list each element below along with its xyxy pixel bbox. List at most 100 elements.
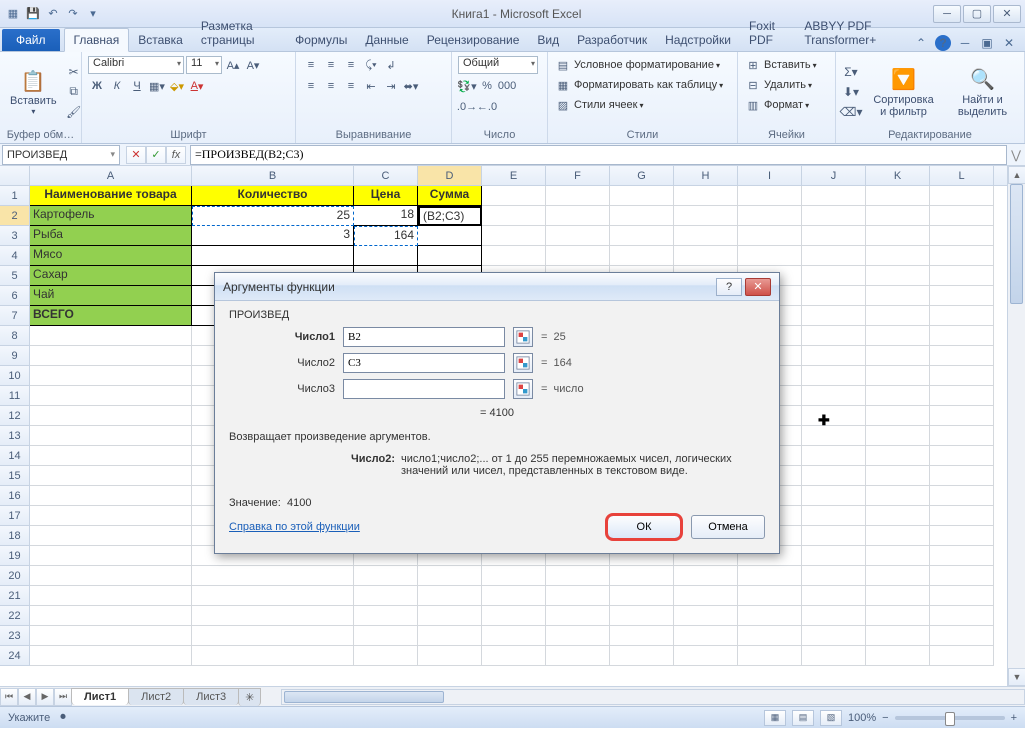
insert-function-icon[interactable]: fx [166, 146, 186, 164]
redo-icon[interactable]: ↷ [64, 5, 82, 23]
col-header-E[interactable]: E [482, 166, 546, 185]
tab-developer[interactable]: Разработчик [568, 29, 656, 51]
cell[interactable] [802, 546, 866, 566]
cell[interactable] [192, 626, 354, 646]
cell[interactable] [482, 586, 546, 606]
col-header-F[interactable]: F [546, 166, 610, 185]
qat-dropdown-icon[interactable]: ▾ [84, 5, 102, 23]
cell[interactable] [30, 646, 192, 666]
row-header[interactable]: 2 [0, 206, 30, 226]
cell[interactable] [546, 646, 610, 666]
cell[interactable] [866, 446, 930, 466]
zoom-level[interactable]: 100% [848, 712, 876, 724]
cell[interactable] [418, 226, 482, 246]
row-header[interactable]: 24 [0, 646, 30, 666]
cell[interactable] [930, 566, 994, 586]
row-header[interactable]: 10 [0, 366, 30, 386]
cell[interactable]: 25 [192, 206, 354, 226]
arg-input-2[interactable] [343, 353, 505, 373]
cell[interactable]: Мясо [30, 246, 192, 266]
cell[interactable] [930, 546, 994, 566]
cell[interactable]: Цена [354, 186, 418, 206]
prev-sheet-icon[interactable]: ◀ [18, 688, 36, 706]
cell[interactable] [930, 466, 994, 486]
cell[interactable] [930, 626, 994, 646]
format-cells-button[interactable]: Формат [764, 99, 803, 111]
cell[interactable] [930, 186, 994, 206]
scroll-down-icon[interactable]: ▼ [1008, 668, 1025, 686]
cell[interactable] [30, 486, 192, 506]
row-header[interactable]: 21 [0, 586, 30, 606]
cell[interactable]: Картофель [30, 206, 192, 226]
cell[interactable] [610, 586, 674, 606]
align-left-icon[interactable]: ≡ [302, 77, 320, 95]
cell[interactable] [30, 606, 192, 626]
cell[interactable] [930, 446, 994, 466]
col-header-A[interactable]: A [30, 166, 192, 185]
cell[interactable] [866, 566, 930, 586]
zoom-in-icon[interactable]: + [1011, 712, 1017, 724]
cell[interactable] [802, 446, 866, 466]
cell[interactable] [802, 226, 866, 246]
conditional-formatting-button[interactable]: Условное форматирование [574, 59, 714, 71]
cell[interactable] [30, 326, 192, 346]
cell[interactable] [866, 586, 930, 606]
cell[interactable] [866, 386, 930, 406]
cell[interactable] [802, 406, 866, 426]
percent-icon[interactable]: % [478, 77, 496, 95]
cell[interactable] [354, 646, 418, 666]
cell[interactable] [802, 606, 866, 626]
tab-formulas[interactable]: Формулы [286, 29, 356, 51]
decrease-indent-icon[interactable]: ⇤ [362, 77, 380, 95]
cell[interactable]: ВСЕГО [30, 306, 192, 326]
bold-icon[interactable]: Ж [88, 77, 106, 95]
cell[interactable] [482, 226, 546, 246]
merge-icon[interactable]: ⬌▾ [402, 77, 420, 95]
next-sheet-icon[interactable]: ▶ [36, 688, 54, 706]
cell[interactable] [930, 606, 994, 626]
cell[interactable] [802, 346, 866, 366]
cell[interactable] [30, 406, 192, 426]
conditional-formatting-icon[interactable]: ▤ [554, 56, 572, 74]
new-sheet-icon[interactable]: ✳ [238, 688, 261, 706]
cell[interactable] [418, 606, 482, 626]
cell[interactable] [738, 186, 802, 206]
cell[interactable]: (B2;C3) [418, 206, 482, 226]
cell[interactable] [674, 206, 738, 226]
autosum-icon[interactable]: Σ▾ [842, 63, 860, 81]
hscroll-thumb[interactable] [284, 691, 444, 703]
sheet-tab-2[interactable]: Лист2 [128, 688, 184, 705]
cell[interactable] [192, 606, 354, 626]
fill-color-icon[interactable]: ⬙▾ [168, 77, 186, 95]
cell[interactable] [802, 266, 866, 286]
macro-record-icon[interactable]: ⏺ [60, 711, 66, 724]
cell[interactable] [802, 186, 866, 206]
cell-styles-icon[interactable]: ▨ [554, 96, 572, 114]
cell[interactable] [866, 526, 930, 546]
increase-indent-icon[interactable]: ⇥ [382, 77, 400, 95]
cell[interactable] [674, 606, 738, 626]
col-header-H[interactable]: H [674, 166, 738, 185]
cell[interactable] [482, 206, 546, 226]
vertical-scrollbar[interactable]: ▲ ▼ [1007, 166, 1025, 686]
cell[interactable] [866, 426, 930, 446]
cell[interactable] [866, 466, 930, 486]
cell[interactable]: Наименование товара [30, 186, 192, 206]
col-header-I[interactable]: I [738, 166, 802, 185]
cell[interactable] [802, 286, 866, 306]
row-header[interactable]: 3 [0, 226, 30, 246]
cell[interactable]: Сахар [30, 266, 192, 286]
cell[interactable] [930, 426, 994, 446]
row-header[interactable]: 9 [0, 346, 30, 366]
paste-button[interactable]: 📋Вставить▾ [6, 65, 61, 118]
orientation-icon[interactable]: ⤹▾ [362, 56, 380, 74]
cell[interactable] [674, 186, 738, 206]
tab-abbyy[interactable]: ABBYY PDF Transformer+ [795, 15, 913, 51]
row-header[interactable]: 18 [0, 526, 30, 546]
cell[interactable] [546, 206, 610, 226]
row-header[interactable]: 15 [0, 466, 30, 486]
format-cells-icon[interactable]: ▥ [744, 96, 762, 114]
row-header[interactable]: 6 [0, 286, 30, 306]
cell[interactable] [930, 386, 994, 406]
cell[interactable] [674, 626, 738, 646]
